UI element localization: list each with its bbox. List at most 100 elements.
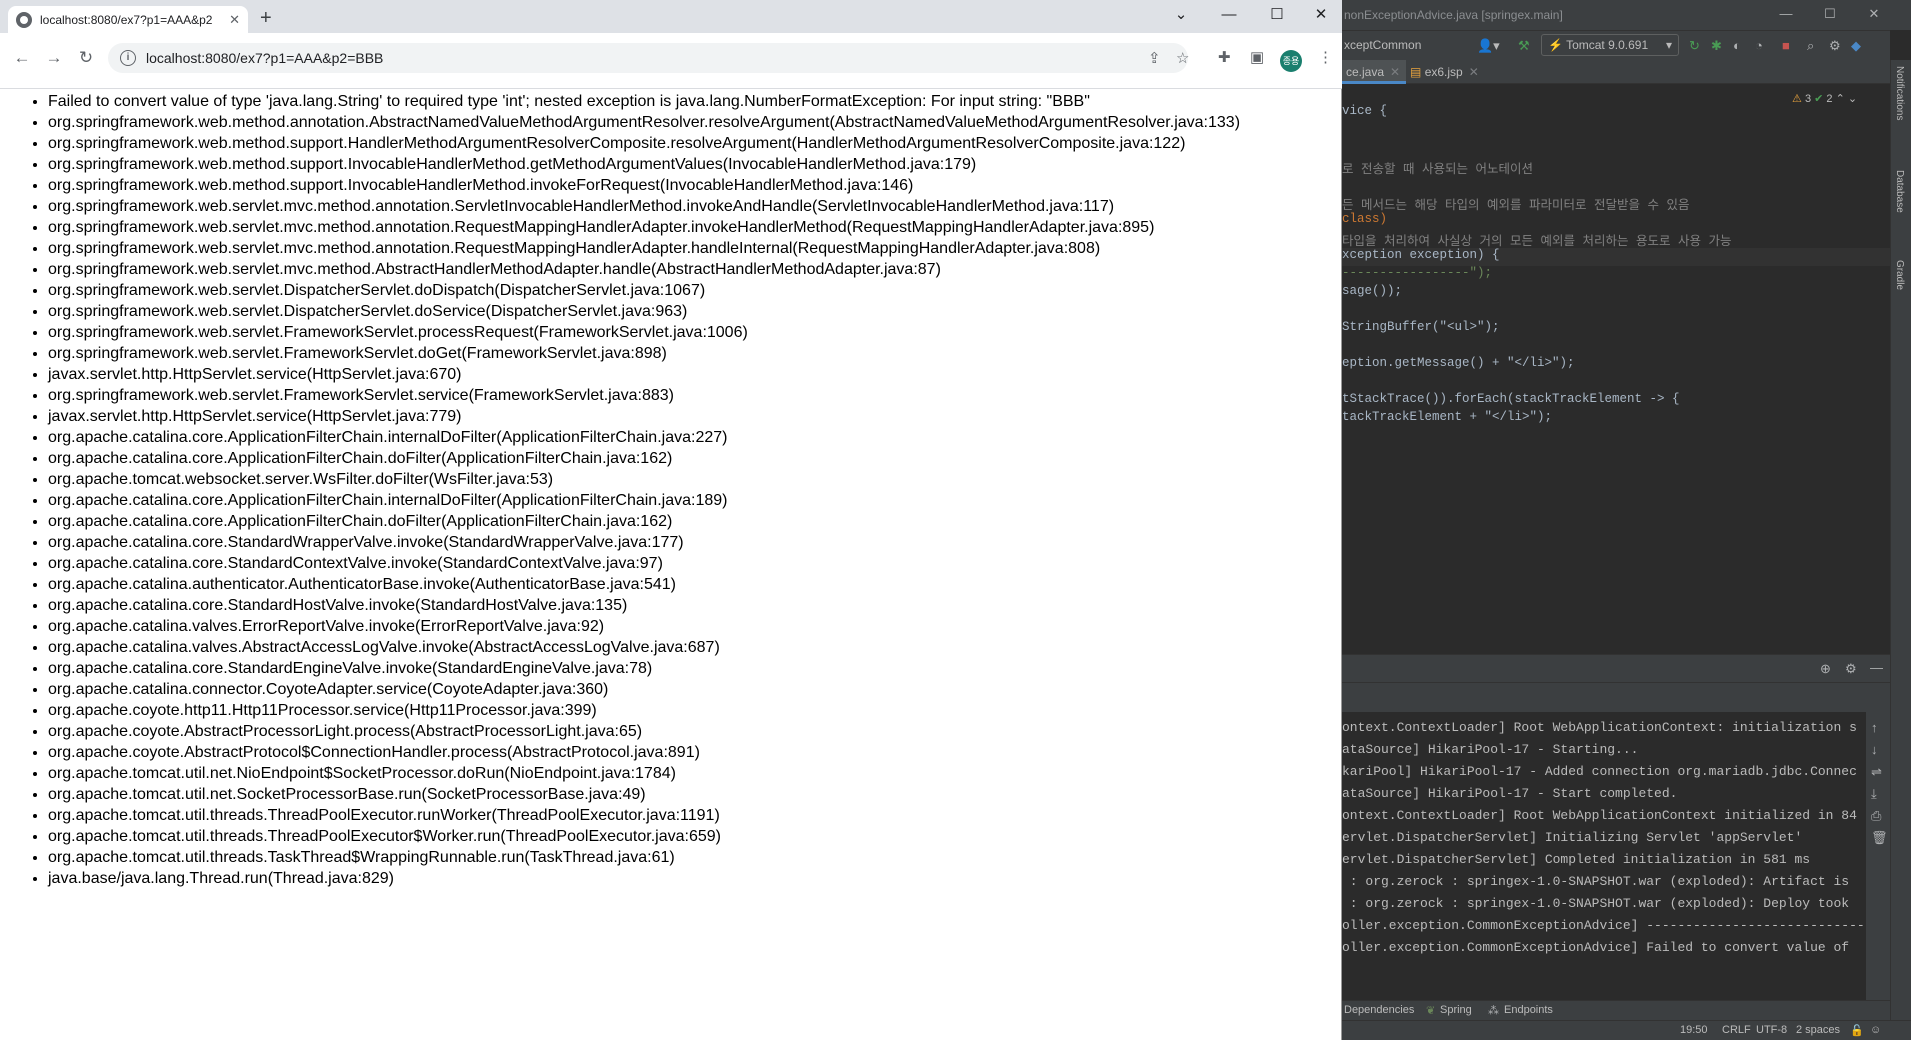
stack-trace-item: org.apache.catalina.core.StandardEngineV… — [48, 658, 1341, 679]
spring-tool[interactable]: Spring — [1440, 1004, 1472, 1016]
chevron-up-icon[interactable]: ⌃ — [1836, 93, 1845, 105]
warning-icon: ⚠ — [1792, 93, 1802, 105]
profile-icon[interactable]: ◔ — [1755, 38, 1763, 53]
ide-window-title: nonExceptionAdvice.java [springex.main] — [1344, 8, 1563, 22]
gear-icon[interactable]: ⚙ — [1829, 38, 1841, 54]
ide-title-bar: nonExceptionAdvice.java [springex.main] … — [1342, 0, 1911, 30]
url-text[interactable]: localhost:8080/ex7?p1=AAA&p2=BBB — [146, 50, 383, 66]
indent-setting[interactable]: 2 spaces — [1796, 1024, 1840, 1036]
soft-wrap-icon[interactable]: ⇌ — [1871, 764, 1882, 780]
database-tool[interactable]: Database — [1894, 170, 1905, 213]
avatar[interactable]: 종용 — [1280, 50, 1302, 72]
minimize-icon[interactable]: — — [1766, 6, 1806, 21]
close-icon[interactable]: ✕ — [229, 12, 240, 28]
hide-icon[interactable]: — — [1870, 660, 1883, 675]
console-actions: ↑ ↓ ⇌ ⤓ ⎙ 🗑 — [1866, 712, 1890, 1000]
plus-icon[interactable]: + — [260, 8, 272, 28]
stack-trace-item: org.apache.tomcat.util.threads.ThreadPoo… — [48, 805, 1341, 826]
coverage-icon[interactable]: ◐ — [1733, 38, 1741, 53]
stack-trace-item: org.springframework.web.servlet.mvc.meth… — [48, 238, 1341, 259]
stack-trace-item: org.apache.tomcat.util.net.NioEndpoint$S… — [48, 763, 1341, 784]
file-encoding[interactable]: UTF-8 — [1756, 1024, 1787, 1036]
status-bar: 19:50 CRLF UTF-8 2 spaces 🔓 ☺ — [1342, 1020, 1911, 1040]
stack-trace-item: org.springframework.web.servlet.Framewor… — [48, 343, 1341, 364]
chevron-down-icon[interactable]: ⌄ — [1848, 93, 1857, 105]
stack-trace-list: Failed to convert value of type 'java.la… — [0, 89, 1341, 889]
chevron-down-icon[interactable]: ⌄ — [1158, 4, 1204, 26]
scroll-to-end-icon[interactable]: ⤓ — [1871, 786, 1877, 802]
jsp-file-icon: ▤ — [1410, 65, 1422, 79]
search-icon[interactable]: ⌕ — [1807, 38, 1814, 54]
console-output[interactable]: ontext.ContextLoader] Root WebApplicatio… — [1342, 712, 1866, 1000]
arrow-left-icon[interactable]: ← — [10, 48, 34, 68]
line-separator[interactable]: CRLF — [1722, 1024, 1751, 1036]
console-line: oller.exception.CommonExceptionAdvice] F… — [1342, 940, 1850, 955]
browser-tab[interactable]: localhost:8080/ex7?p1=AAA&p2 ✕ — [8, 6, 248, 33]
smiley-icon[interactable]: ☺ — [1870, 1024, 1881, 1036]
lock-icon[interactable]: 🔓 — [1850, 1024, 1864, 1037]
editor-tabs: ce.java ✕ ▤ ex6.jsp ✕ — [1342, 60, 1890, 84]
notifications-tool[interactable]: Notifications — [1894, 66, 1905, 120]
code-editor[interactable]: vice { 로 전송할 때 사용되는 어노테이션 든 메서드는 해당 타입의 … — [1342, 84, 1890, 654]
trash-icon[interactable]: 🗑 — [1871, 830, 1888, 846]
close-window-icon[interactable]: ✕ — [1854, 6, 1894, 22]
kebab-menu-icon[interactable]: ⋮ — [1318, 48, 1333, 66]
close-icon[interactable]: ✕ — [1469, 65, 1479, 79]
target-icon[interactable]: ⊕ — [1820, 661, 1831, 677]
side-panel-icon[interactable]: ▣ — [1250, 48, 1264, 66]
code-line: vice { — [1342, 104, 1388, 118]
code-line: tStackTrace()).forEach(stackTrackElement… — [1342, 392, 1680, 406]
stop-icon[interactable]: ■ — [1782, 38, 1790, 53]
maximize-icon[interactable]: ☐ — [1810, 6, 1850, 22]
close-icon[interactable]: ✕ — [1390, 65, 1400, 79]
stack-trace-item: org.apache.catalina.core.ApplicationFilt… — [48, 511, 1341, 532]
arrow-up-icon[interactable]: ↑ — [1871, 720, 1878, 735]
dependencies-tool[interactable]: Dependencies — [1344, 1004, 1414, 1016]
config-name[interactable]: xceptCommon — [1344, 38, 1421, 52]
rerun-icon[interactable]: ↻ — [1689, 38, 1700, 54]
debug-icon[interactable]: ✱ — [1711, 38, 1722, 54]
stack-trace-item: org.springframework.web.servlet.Dispatch… — [48, 280, 1341, 301]
reload-icon[interactable]: ↻ — [74, 48, 98, 68]
stack-trace-item: org.springframework.web.servlet.mvc.meth… — [48, 196, 1341, 217]
minimize-icon[interactable]: — — [1206, 4, 1252, 26]
endpoints-tool[interactable]: Endpoints — [1504, 1004, 1553, 1016]
address-bar[interactable]: i localhost:8080/ex7?p1=AAA&p2=BBB ⇪ ☆ — [108, 43, 1189, 73]
console-line: ataSource] HikariPool-17 - Starting... — [1342, 742, 1639, 757]
maximize-icon[interactable]: ☐ — [1254, 4, 1300, 26]
run-config-select[interactable]: ⚡ Tomcat 9.0.691 ▾ — [1541, 34, 1679, 56]
user-icon[interactable]: 👤▾ — [1477, 38, 1500, 54]
console-line: ataSource] HikariPool-17 - Start complet… — [1342, 786, 1678, 801]
gear-icon[interactable]: ⚙ — [1845, 661, 1857, 677]
stack-trace-item: org.apache.catalina.core.StandardWrapper… — [48, 532, 1341, 553]
stack-trace-item: org.apache.catalina.core.ApplicationFilt… — [48, 448, 1341, 469]
tab-label: ex6.jsp — [1424, 65, 1463, 79]
ok-count: 2 — [1826, 93, 1833, 105]
arrow-down-icon[interactable]: ↓ — [1871, 742, 1878, 757]
inspection-widget[interactable]: ⚠ 3 ✔ 2 ⌃ ⌄ — [1792, 92, 1857, 105]
plugin-icon[interactable]: ◆ — [1851, 38, 1861, 54]
close-window-icon[interactable]: ✕ — [1298, 4, 1344, 26]
stack-trace-item: org.apache.catalina.core.ApplicationFilt… — [48, 427, 1341, 448]
puzzle-icon[interactable]: ✚ — [1218, 48, 1231, 66]
stack-trace-item: org.springframework.web.method.support.H… — [48, 133, 1341, 154]
share-icon[interactable]: ⇪ — [1148, 49, 1161, 67]
caret-position[interactable]: 19:50 — [1680, 1024, 1708, 1036]
info-icon[interactable]: i — [120, 50, 136, 66]
tab-label: ce.java — [1346, 65, 1385, 79]
arrow-right-icon[interactable]: → — [42, 48, 66, 68]
print-icon[interactable]: ⎙ — [1871, 808, 1881, 824]
page-content: Failed to convert value of type 'java.la… — [0, 89, 1341, 1040]
tab-java-file[interactable]: ce.java ✕ — [1342, 60, 1407, 84]
code-line: StringBuffer("<ul>"); — [1342, 320, 1500, 334]
console-line: ontext.ContextLoader] Root WebApplicatio… — [1342, 808, 1857, 823]
star-icon[interactable]: ☆ — [1176, 49, 1189, 67]
stack-trace-item: org.apache.catalina.authenticator.Authen… — [48, 574, 1341, 595]
code-line: sage()); — [1342, 284, 1403, 298]
tab-jsp-file[interactable]: ▤ ex6.jsp ✕ — [1406, 60, 1485, 84]
code-line: xception exception) { — [1342, 248, 1890, 266]
stack-trace-item: org.springframework.web.servlet.mvc.meth… — [48, 259, 1341, 280]
hammer-icon[interactable]: ⚒ — [1518, 38, 1530, 54]
gradle-tool[interactable]: Gradle — [1894, 260, 1905, 290]
